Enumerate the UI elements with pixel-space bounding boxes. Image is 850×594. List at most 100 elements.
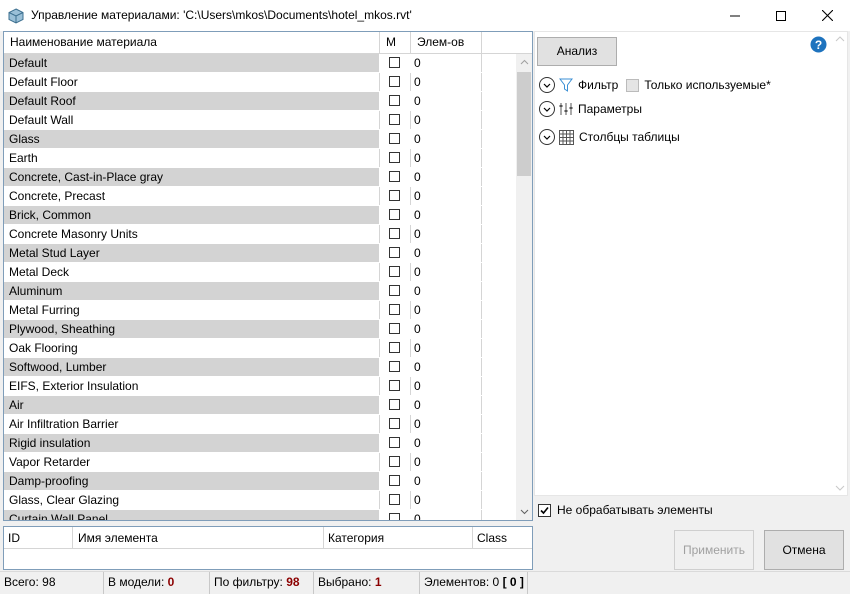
scroll-thumb[interactable] — [517, 72, 531, 176]
table-row[interactable]: Metal Deck 0 — [4, 263, 516, 282]
m-checkbox[interactable] — [389, 418, 400, 429]
element-count: 0 — [411, 434, 482, 452]
status-in-model-value: 0 — [167, 575, 175, 589]
filler-cell — [482, 206, 516, 224]
table-row[interactable]: Damp-proofing 0 — [4, 472, 516, 491]
m-checkbox[interactable] — [389, 57, 400, 68]
m-checkbox[interactable] — [389, 361, 400, 372]
m-checkbox[interactable] — [389, 171, 400, 182]
table-row[interactable]: Default Roof 0 — [4, 92, 516, 111]
table-row[interactable]: Air 0 — [4, 396, 516, 415]
columns-expander[interactable] — [539, 129, 555, 145]
scroll-down-arrow[interactable] — [516, 504, 532, 520]
table-row[interactable]: Air Infiltration Barrier 0 — [4, 415, 516, 434]
maximize-icon — [776, 10, 786, 21]
filler-cell — [482, 225, 516, 243]
table-row[interactable]: Default 0 — [4, 54, 516, 73]
m-checkbox[interactable] — [389, 114, 400, 125]
m-checkbox[interactable] — [389, 247, 400, 258]
table-row[interactable]: Brick, Common 0 — [4, 206, 516, 225]
m-checkbox[interactable] — [389, 304, 400, 315]
m-checkbox[interactable] — [389, 475, 400, 486]
m-checkbox[interactable] — [389, 228, 400, 239]
column-header-category[interactable]: Категория — [324, 527, 473, 549]
m-checkbox[interactable] — [389, 152, 400, 163]
status-in-model: В модели: 0 — [104, 572, 210, 594]
no-process-checkbox[interactable] — [538, 503, 551, 517]
table-row[interactable]: Glass 0 — [4, 130, 516, 149]
m-cell — [380, 206, 411, 224]
m-checkbox[interactable] — [389, 380, 400, 391]
m-checkbox[interactable] — [389, 437, 400, 448]
m-checkbox[interactable] — [389, 456, 400, 467]
m-checkbox[interactable] — [389, 133, 400, 144]
analyze-button[interactable]: Анализ — [537, 37, 617, 66]
m-checkbox[interactable] — [389, 494, 400, 505]
filter-expander[interactable] — [539, 77, 555, 93]
materials-scrollbar[interactable] — [516, 54, 532, 520]
status-elements: Элементов: 0 [ 0 ] — [420, 572, 528, 594]
m-checkbox[interactable] — [389, 342, 400, 353]
m-checkbox[interactable] — [389, 266, 400, 277]
table-row[interactable]: Concrete, Precast 0 — [4, 187, 516, 206]
table-row[interactable]: Metal Furring 0 — [4, 301, 516, 320]
filler-cell — [482, 453, 516, 471]
table-row[interactable]: Metal Stud Layer 0 — [4, 244, 516, 263]
m-checkbox[interactable] — [389, 513, 400, 520]
material-name: Rigid insulation — [4, 434, 380, 452]
column-header-count[interactable]: Элем-ов — [411, 32, 482, 53]
m-checkbox[interactable] — [389, 209, 400, 220]
material-name: Concrete, Cast-in-Place gray — [4, 168, 380, 186]
close-button[interactable] — [804, 0, 850, 31]
help-icon[interactable]: ? — [810, 36, 827, 53]
options-scrollbar[interactable] — [832, 31, 848, 496]
m-checkbox[interactable] — [389, 190, 400, 201]
table-row[interactable]: Vapor Retarder 0 — [4, 453, 516, 472]
only-used-checkbox[interactable] — [626, 78, 640, 92]
table-row[interactable]: Default Floor 0 — [4, 73, 516, 92]
filler-cell — [482, 320, 516, 338]
column-header-class[interactable]: Class — [473, 527, 532, 549]
params-expander[interactable] — [539, 101, 555, 117]
column-header-id[interactable]: ID — [4, 527, 73, 549]
filler-cell — [482, 54, 516, 72]
status-bar: Всего: 98 В модели: 0 По фильтру: 98 Выб… — [0, 571, 850, 594]
apply-button[interactable]: Применить — [674, 530, 754, 570]
m-cell — [380, 73, 411, 91]
m-checkbox[interactable] — [389, 285, 400, 296]
table-row[interactable]: Softwood, Lumber 0 — [4, 358, 516, 377]
element-count: 0 — [411, 225, 482, 243]
filter-label: Фильтр — [578, 78, 619, 92]
m-checkbox[interactable] — [389, 323, 400, 334]
table-row[interactable]: Aluminum 0 — [4, 282, 516, 301]
table-row[interactable]: Default Wall 0 — [4, 111, 516, 130]
element-count: 0 — [411, 320, 482, 338]
maximize-button[interactable] — [758, 0, 804, 31]
m-checkbox[interactable] — [389, 95, 400, 106]
minimize-button[interactable] — [712, 0, 758, 31]
table-row[interactable]: EIFS, Exterior Insulation 0 — [4, 377, 516, 396]
table-row[interactable]: Earth 0 — [4, 149, 516, 168]
table-row[interactable]: Concrete, Cast-in-Place gray 0 — [4, 168, 516, 187]
m-checkbox[interactable] — [389, 76, 400, 87]
table-row[interactable]: Glass, Clear Glazing 0 — [4, 491, 516, 510]
table-row[interactable]: Rigid insulation 0 — [4, 434, 516, 453]
materials-grid[interactable]: Наименование материала M Элем-ов Default… — [3, 31, 533, 521]
column-header-m[interactable]: M — [380, 32, 411, 53]
scroll-up-arrow[interactable] — [516, 54, 532, 70]
cancel-button[interactable]: Отмена — [764, 530, 844, 570]
filler-cell — [482, 472, 516, 490]
m-checkbox[interactable] — [389, 399, 400, 410]
element-count: 0 — [411, 282, 482, 300]
filler-cell — [482, 92, 516, 110]
window-title: Управление материалами: 'C:\Users\mkos\D… — [31, 8, 412, 22]
table-row[interactable]: Curtain Wall Panel 0 — [4, 510, 516, 520]
column-header-element-name[interactable]: Имя элемента — [73, 527, 324, 549]
table-row[interactable]: Oak Flooring 0 — [4, 339, 516, 358]
column-header-name[interactable]: Наименование материала — [4, 32, 380, 53]
columns-row: Столбцы таблицы — [539, 127, 680, 147]
table-row[interactable]: Concrete Masonry Units 0 — [4, 225, 516, 244]
table-row[interactable]: Plywood, Sheathing 0 — [4, 320, 516, 339]
filler-cell — [482, 339, 516, 357]
elements-grid[interactable]: ID Имя элемента Категория Class — [3, 526, 533, 570]
